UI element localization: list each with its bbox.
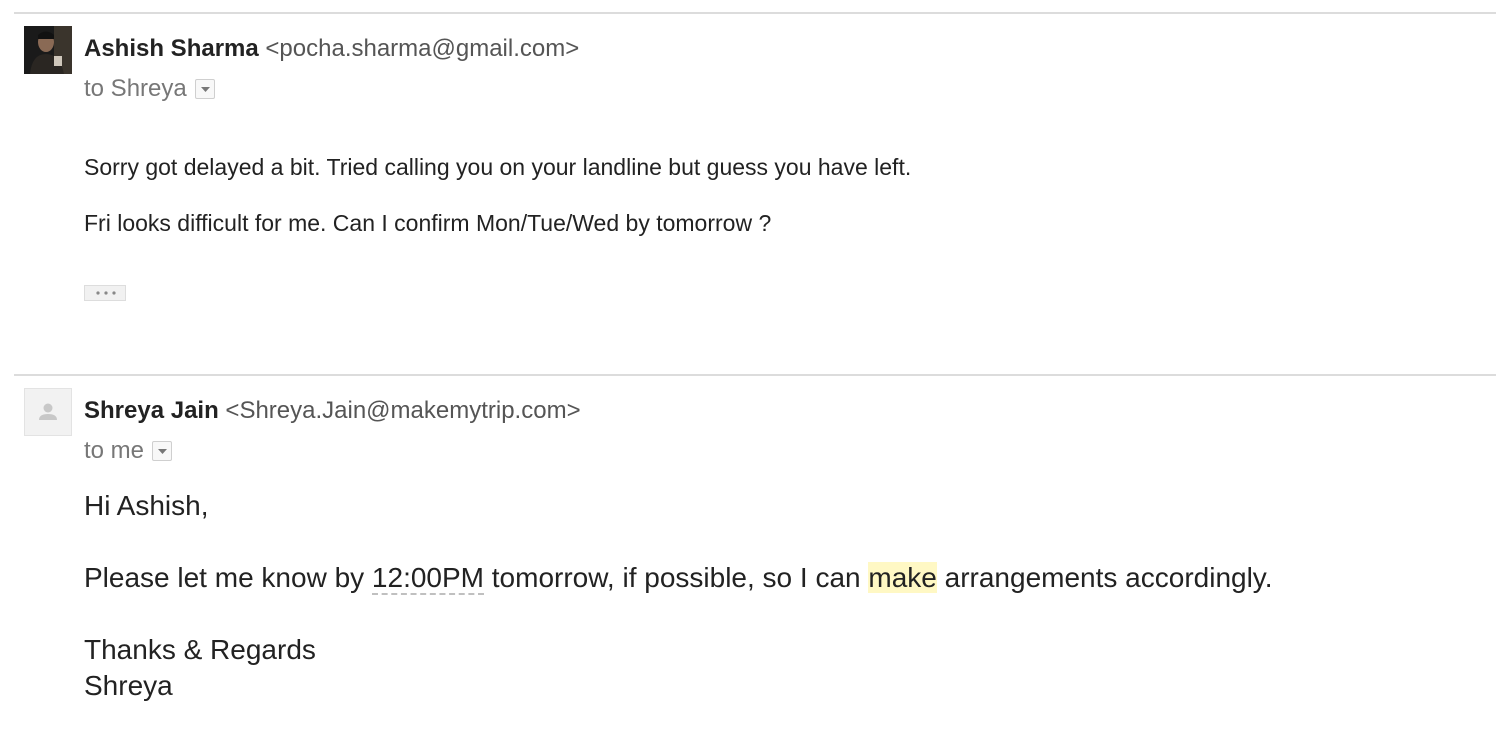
signoff: Thanks & Regards <box>84 634 316 665</box>
body-line: Fri looks difficult for me. Can I confir… <box>84 210 772 236</box>
show-details-button[interactable] <box>194 79 215 99</box>
sender-line: Ashish Sharma <pocha.sharma@gmail.com> <box>84 34 579 64</box>
time-link[interactable]: 12:00PM <box>371 562 484 595</box>
recipient-line: to me <box>84 436 173 466</box>
dropdown-arrow-icon <box>200 87 210 92</box>
thread-divider <box>14 12 1496 14</box>
sender-name[interactable]: Shreya Jain <box>84 397 219 424</box>
request-line: Please let me know by 12:00PM tomorrow, … <box>84 561 1273 595</box>
dropdown-arrow-icon <box>158 449 168 454</box>
recipient-text: to me <box>84 437 145 464</box>
default-person-icon <box>39 403 57 420</box>
body-line: Sorry got delayed a bit. Tried calling y… <box>84 154 912 180</box>
highlighted-word: make <box>868 562 937 593</box>
signature: Shreya <box>84 670 173 701</box>
sender-email[interactable]: <Shreya.Jain@makemytrip.com> <box>225 397 580 424</box>
greeting: Hi Ashish, <box>84 490 209 521</box>
sender-email[interactable]: <pocha.sharma@gmail.com> <box>265 35 579 62</box>
sender-avatar[interactable] <box>24 26 72 74</box>
recipient-line: to Shreya <box>84 74 215 104</box>
recipient-text: to Shreya <box>84 75 187 102</box>
request-text: Please let me know by <box>84 562 372 593</box>
sender-avatar[interactable] <box>24 388 72 436</box>
show-details-button[interactable] <box>152 441 173 461</box>
show-trimmed-content-button[interactable] <box>84 285 126 301</box>
ellipsis-icon <box>96 291 116 295</box>
sender-name[interactable]: Ashish Sharma <box>84 35 259 62</box>
thread-divider <box>14 374 1496 376</box>
sender-line: Shreya Jain <Shreya.Jain@makemytrip.com> <box>84 396 581 426</box>
request-text: arrangements accordingly. <box>936 562 1273 593</box>
person-photo-icon <box>24 26 72 74</box>
request-text: tomorrow, if possible, so I can <box>484 562 869 593</box>
